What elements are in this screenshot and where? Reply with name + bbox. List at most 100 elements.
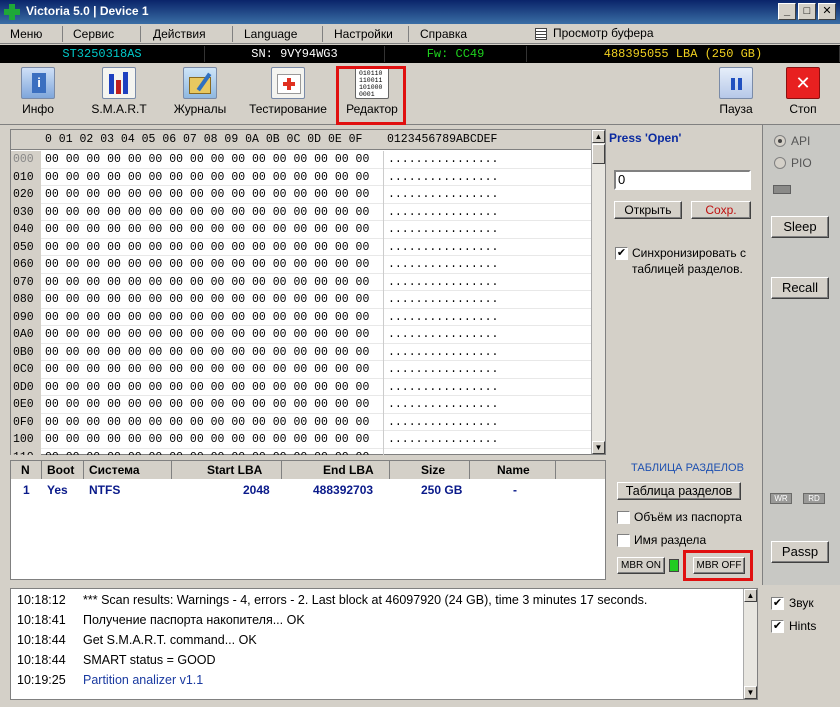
hex-bytes[interactable]: 00 00 00 00 00 00 00 00 00 00 00 00 00 0… <box>45 274 369 292</box>
menu-help[interactable]: Справка <box>420 27 467 41</box>
hex-bytes[interactable]: 00 00 00 00 00 00 00 00 00 00 00 00 00 0… <box>45 309 369 327</box>
scroll-up-arrow-icon[interactable]: ▲ <box>592 130 605 143</box>
menu-language[interactable]: Language <box>244 27 297 41</box>
hex-ascii: ................ <box>383 273 523 291</box>
partition-name-label: Имя раздела <box>634 533 707 547</box>
scroll-thumb[interactable] <box>592 144 605 164</box>
close-button[interactable]: ✕ <box>818 3 836 20</box>
menu-service[interactable]: Сервис <box>73 27 114 41</box>
hex-bytes[interactable]: 00 00 00 00 00 00 00 00 00 00 00 00 00 0… <box>45 344 369 362</box>
hex-row[interactable]: 000 00 00 00 00 00 00 00 00 00 00 00 00 0… <box>11 151 595 169</box>
hex-row[interactable]: 0B0 00 00 00 00 00 00 00 00 00 00 00 00 0… <box>11 343 595 362</box>
info-button[interactable]: i Инфо <box>10 67 66 121</box>
hex-row[interactable]: 110 00 00 00 00 00 00 00 00 00 00 00 00 0… <box>11 448 595 456</box>
hex-bytes[interactable]: 00 00 00 00 00 00 00 00 00 00 00 00 00 0… <box>45 151 369 169</box>
partition-table-button[interactable]: Таблица разделов <box>617 482 741 500</box>
hex-row[interactable]: 0C0 00 00 00 00 00 00 00 00 00 00 00 00 0… <box>11 361 595 379</box>
info-icon: i <box>21 67 55 99</box>
hex-row[interactable]: 060 00 00 00 00 00 00 00 00 00 00 00 00 0… <box>11 256 595 274</box>
hex-bytes[interactable]: 00 00 00 00 00 00 00 00 00 00 00 00 00 0… <box>45 256 369 274</box>
partition-table: N Boot Система Start LBA End LBA Size Na… <box>10 460 606 580</box>
hex-bytes[interactable]: 00 00 00 00 00 00 00 00 00 00 00 00 00 0… <box>45 291 369 309</box>
hex-row[interactable]: 0A0 00 00 00 00 00 00 00 00 00 00 00 00 0… <box>11 326 595 344</box>
log-time: 10:18:41 <box>17 613 66 627</box>
hex-bytes[interactable]: 00 00 00 00 00 00 00 00 00 00 00 00 00 0… <box>45 186 369 204</box>
hex-bytes[interactable]: 00 00 00 00 00 00 00 00 00 00 00 00 00 0… <box>45 204 369 222</box>
hex-offset: 020 <box>11 186 41 204</box>
menu-actions[interactable]: Действия <box>153 27 206 41</box>
sync-checkbox[interactable]: ✔ <box>615 247 628 260</box>
scroll-down-arrow-icon[interactable]: ▼ <box>592 441 605 454</box>
log-line: 10:18:41 Получение паспорта накопителя...… <box>17 613 737 631</box>
api-radio[interactable] <box>774 135 786 147</box>
buffer-view-button[interactable]: Просмотр буфера <box>535 26 654 40</box>
sync-label: Синхронизировать с таблицей разделов. <box>632 246 746 276</box>
hex-row[interactable]: 070 00 00 00 00 00 00 00 00 00 00 00 00 0… <box>11 273 595 292</box>
hex-offset: 0F0 <box>11 413 41 431</box>
col-size: Size <box>421 463 446 477</box>
hex-bytes[interactable]: 00 00 00 00 00 00 00 00 00 00 00 00 00 0… <box>45 396 369 414</box>
stop-button[interactable]: ✕ Стоп <box>780 67 826 121</box>
hex-row[interactable]: 0E0 00 00 00 00 00 00 00 00 00 00 00 00 0… <box>11 396 595 414</box>
hex-offset: 0B0 <box>11 343 41 361</box>
hex-row[interactable]: 020 00 00 00 00 00 00 00 00 00 00 00 00 0… <box>11 186 595 204</box>
log-line: 10:18:44 SMART status = GOOD <box>17 653 737 671</box>
sleep-button[interactable]: Sleep <box>771 216 829 238</box>
sound-checkbox[interactable]: ✔ <box>771 597 784 610</box>
open-button[interactable]: Открыть <box>614 201 682 219</box>
save-button[interactable]: Сохр. <box>691 201 751 219</box>
hex-row[interactable]: 050 00 00 00 00 00 00 00 00 00 00 00 00 0… <box>11 238 595 257</box>
mbr-on-button[interactable]: MBR ON <box>617 557 665 574</box>
hex-row[interactable]: 0F0 00 00 00 00 00 00 00 00 00 00 00 00 0… <box>11 413 595 432</box>
hex-scrollbar[interactable]: ▲ ▼ <box>591 130 605 454</box>
passport-volume-checkbox[interactable] <box>617 511 630 524</box>
hex-offset: 040 <box>11 221 41 239</box>
hex-bytes[interactable]: 00 00 00 00 00 00 00 00 00 00 00 00 00 0… <box>45 169 369 187</box>
col-end-lba: End LBA <box>323 463 374 477</box>
hex-offset: 0C0 <box>11 361 41 379</box>
hex-bytes[interactable]: 00 00 00 00 00 00 00 00 00 00 00 00 00 0… <box>45 414 369 432</box>
passp-button[interactable]: Passp <box>771 541 829 563</box>
menu-bar: Меню Сервис Действия Language Настройки … <box>0 24 840 44</box>
minimize-button[interactable]: _ <box>778 3 796 20</box>
hex-ascii: ................ <box>383 378 523 396</box>
logs-button[interactable]: Журналы <box>168 67 232 121</box>
testing-button[interactable]: Тестирование <box>246 67 330 121</box>
hex-bytes[interactable]: 00 00 00 00 00 00 00 00 00 00 00 00 00 0… <box>45 449 369 456</box>
partition-row[interactable]: 1 Yes NTFS 2048 488392703 250 GB - <box>11 481 605 499</box>
maximize-button[interactable]: □ <box>798 3 816 20</box>
menu-main[interactable]: Меню <box>10 27 42 41</box>
partition-name-checkbox[interactable] <box>617 534 630 547</box>
toolbar: i Инфо S.M.A.R.T Журналы Тестирование 01… <box>0 63 840 125</box>
menu-settings[interactable]: Настройки <box>334 27 393 41</box>
hex-row[interactable]: 100 00 00 00 00 00 00 00 00 00 00 00 00 0… <box>11 431 595 449</box>
hex-bytes[interactable]: 00 00 00 00 00 00 00 00 00 00 00 00 00 0… <box>45 221 369 239</box>
hex-bytes[interactable]: 00 00 00 00 00 00 00 00 00 00 00 00 00 0… <box>45 239 369 257</box>
hex-bytes[interactable]: 00 00 00 00 00 00 00 00 00 00 00 00 00 0… <box>45 379 369 397</box>
hex-bytes[interactable]: 00 00 00 00 00 00 00 00 00 00 00 00 00 0… <box>45 431 369 449</box>
hex-row[interactable]: 040 00 00 00 00 00 00 00 00 00 00 00 00 0… <box>11 221 595 239</box>
smart-button[interactable]: S.M.A.R.T <box>84 67 154 121</box>
log-scrollbar[interactable]: ▲ ▼ <box>743 589 757 699</box>
hex-offset: 0E0 <box>11 396 41 414</box>
hex-bytes[interactable]: 00 00 00 00 00 00 00 00 00 00 00 00 00 0… <box>45 361 369 379</box>
hex-row[interactable]: 0D0 00 00 00 00 00 00 00 00 00 00 00 00 0… <box>11 378 595 397</box>
hex-row[interactable]: 010 00 00 00 00 00 00 00 00 00 00 00 00 0… <box>11 168 595 187</box>
api-label: API <box>791 134 811 148</box>
hex-row[interactable]: 090 00 00 00 00 00 00 00 00 00 00 00 00 0… <box>11 308 595 327</box>
log-scroll-down-icon[interactable]: ▼ <box>744 686 757 699</box>
recall-button[interactable]: Recall <box>771 277 829 299</box>
pause-button[interactable]: Пауза <box>712 67 760 121</box>
passport-volume-label: Объём из паспорта <box>634 510 742 524</box>
hex-editor[interactable]: 0 01 02 03 04 05 06 07 08 09 0A 0B 0C 0D… <box>10 129 606 455</box>
hex-bytes[interactable]: 00 00 00 00 00 00 00 00 00 00 00 00 00 0… <box>45 326 369 344</box>
pio-radio[interactable] <box>774 157 786 169</box>
hints-checkbox[interactable]: ✔ <box>771 620 784 633</box>
hex-row[interactable]: 080 00 00 00 00 00 00 00 00 00 00 00 00 0… <box>11 291 595 309</box>
editor-controls: Press 'Open' 0 Открыть Сохр. ✔ Синхрониз… <box>607 129 757 455</box>
hex-row[interactable]: 030 00 00 00 00 00 00 00 00 00 00 00 00 0… <box>11 203 595 222</box>
title-bar: Victoria 5.0 | Device 1 _ □ ✕ <box>0 0 840 24</box>
hex-offset: 0D0 <box>11 378 41 396</box>
log-scroll-up-icon[interactable]: ▲ <box>744 589 757 602</box>
lba-input[interactable]: 0 <box>614 170 751 190</box>
